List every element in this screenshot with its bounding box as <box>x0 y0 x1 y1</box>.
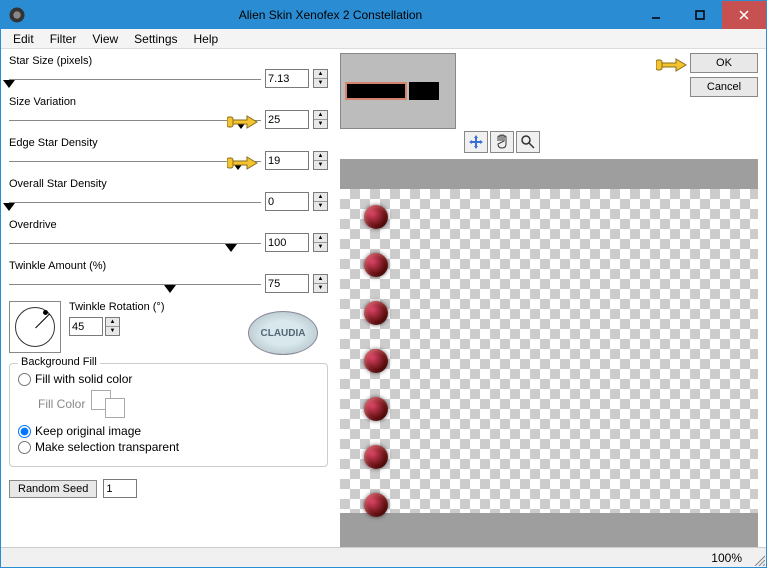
twinkle-amount-slider[interactable] <box>9 276 261 292</box>
overdrive-slider[interactable] <box>9 235 261 251</box>
edge-density-label: Edge Star Density <box>9 137 328 149</box>
titlebar: Alien Skin Xenofex 2 Constellation <box>1 1 766 29</box>
preview-gem <box>364 301 388 325</box>
cancel-button[interactable]: Cancel <box>690 77 758 97</box>
fill-color-label: Fill Color <box>38 397 85 411</box>
random-seed-button[interactable]: Random Seed <box>9 480 97 498</box>
keep-original-label: Keep original image <box>35 424 141 438</box>
zoom-tool-icon[interactable] <box>516 131 540 153</box>
overdrive-spinner[interactable]: ▲▼ <box>313 233 328 252</box>
resize-grip[interactable] <box>753 554 765 566</box>
pointer-hand-icon <box>656 53 688 73</box>
thumbnail-selection <box>345 82 407 100</box>
ok-button[interactable]: OK <box>690 53 758 73</box>
keep-original-radio[interactable] <box>18 425 31 438</box>
overall-density-input[interactable] <box>265 192 309 211</box>
overdrive-label: Overdrive <box>9 219 328 231</box>
statusbar: 100% <box>1 547 766 567</box>
preview-gem <box>364 253 388 277</box>
minimize-button[interactable] <box>634 1 678 29</box>
fill-color-bg-swatch[interactable] <box>105 398 125 418</box>
background-fill-legend: Background Fill <box>18 356 100 368</box>
overall-density-slider[interactable] <box>9 194 261 210</box>
menu-filter[interactable]: Filter <box>42 30 85 48</box>
fill-solid-radio[interactable] <box>18 373 31 386</box>
overdrive-input[interactable] <box>265 233 309 252</box>
twinkle-rotation-dial[interactable] <box>9 301 61 353</box>
preview-gem <box>364 493 388 517</box>
preview-gem <box>364 445 388 469</box>
twinkle-rotation-input[interactable] <box>69 317 103 336</box>
preview-gem <box>364 397 388 421</box>
edge-density-slider[interactable] <box>9 153 261 169</box>
close-button[interactable] <box>722 1 766 29</box>
twinkle-amount-label: Twinkle Amount (%) <box>9 260 328 272</box>
menu-view[interactable]: View <box>84 30 126 48</box>
menu-edit[interactable]: Edit <box>5 30 42 48</box>
menu-settings[interactable]: Settings <box>126 30 185 48</box>
hand-tool-icon[interactable] <box>490 131 514 153</box>
checker-background <box>340 189 758 513</box>
pointer-hand-icon <box>227 110 259 130</box>
thumbnail-extra <box>409 82 439 100</box>
preview-gem <box>364 349 388 373</box>
move-tool-icon[interactable] <box>464 131 488 153</box>
twinkle-amount-spinner[interactable]: ▲▼ <box>313 274 328 293</box>
star-size-input[interactable] <box>265 69 309 88</box>
controls-panel: Star Size (pixels) ▲▼ Size Variation ▲▼ … <box>1 49 336 547</box>
fill-solid-label: Fill with solid color <box>35 372 132 386</box>
app-icon <box>7 5 27 25</box>
window-title: Alien Skin Xenofex 2 Constellation <box>27 8 634 22</box>
star-size-label: Star Size (pixels) <box>9 55 328 67</box>
background-fill-group: Background Fill Fill with solid color Fi… <box>9 363 328 467</box>
thumbnail-navigator[interactable] <box>340 53 456 129</box>
star-size-slider[interactable] <box>9 71 261 87</box>
menu-help[interactable]: Help <box>186 30 227 48</box>
twinkle-amount-input[interactable] <box>265 274 309 293</box>
preview-canvas[interactable] <box>340 159 758 547</box>
preview-panel: OK Cancel <box>336 49 766 547</box>
make-transparent-radio[interactable] <box>18 441 31 454</box>
overall-density-spinner[interactable]: ▲▼ <box>313 192 328 211</box>
overall-density-label: Overall Star Density <box>9 178 328 190</box>
window-controls <box>634 1 766 29</box>
twinkle-rotation-label: Twinkle Rotation (°) <box>69 301 165 313</box>
size-variation-input[interactable] <box>265 110 309 129</box>
size-variation-label: Size Variation <box>9 96 328 108</box>
size-variation-slider[interactable] <box>9 112 261 128</box>
preview-gem <box>364 205 388 229</box>
pointer-hand-icon <box>227 151 259 171</box>
zoom-level: 100% <box>711 551 742 565</box>
random-seed-input[interactable] <box>103 479 137 498</box>
claudia-badge: CLAUDIA <box>248 311 318 355</box>
maximize-button[interactable] <box>678 1 722 29</box>
size-variation-spinner[interactable]: ▲▼ <box>313 110 328 129</box>
star-size-spinner[interactable]: ▲▼ <box>313 69 328 88</box>
edge-density-spinner[interactable]: ▲▼ <box>313 151 328 170</box>
menubar: Edit Filter View Settings Help <box>1 29 766 49</box>
twinkle-rotation-spinner[interactable]: ▲▼ <box>105 317 120 336</box>
edge-density-input[interactable] <box>265 151 309 170</box>
make-transparent-label: Make selection transparent <box>35 440 179 454</box>
